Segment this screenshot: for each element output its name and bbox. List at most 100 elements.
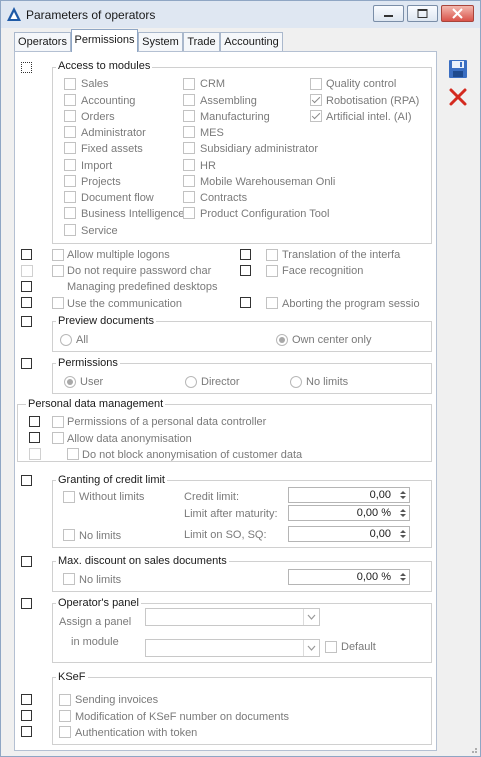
sending-invoices-master-checkbox[interactable] bbox=[21, 694, 32, 705]
chevron-down-icon[interactable] bbox=[303, 640, 319, 656]
spinner-icon[interactable] bbox=[398, 507, 408, 519]
max-discount-checkbox[interactable] bbox=[21, 556, 32, 567]
discount-no-limits-checkbox[interactable] bbox=[63, 573, 75, 585]
assign-panel-select[interactable] bbox=[145, 608, 320, 626]
tab-system[interactable]: System bbox=[138, 32, 183, 51]
preview-all-radio[interactable] bbox=[60, 334, 72, 346]
module-checkbox[interactable] bbox=[64, 110, 76, 122]
module-checkbox[interactable] bbox=[183, 78, 195, 90]
allow-multiple-logons-label: Allow multiple logons bbox=[67, 249, 170, 261]
module-checkbox[interactable] bbox=[183, 207, 195, 219]
operator-panel-checkbox[interactable] bbox=[21, 598, 32, 609]
ksef-modification-master-checkbox[interactable] bbox=[21, 710, 32, 721]
module-checkbox[interactable] bbox=[64, 94, 76, 106]
module-checkbox[interactable] bbox=[64, 142, 76, 154]
sending-invoices-label: Sending invoices bbox=[75, 694, 159, 706]
module-checkbox-checked[interactable] bbox=[310, 110, 322, 122]
face-recognition-checkbox[interactable] bbox=[266, 265, 278, 277]
credit-limit-checkbox[interactable] bbox=[21, 475, 32, 486]
tab-permissions[interactable]: Permissions bbox=[71, 29, 138, 52]
module-checkbox[interactable] bbox=[64, 78, 76, 90]
max-discount-value: 0,00 % bbox=[356, 571, 391, 583]
aborting-session-master-checkbox[interactable] bbox=[240, 297, 251, 308]
aborting-session-checkbox[interactable] bbox=[266, 297, 278, 309]
managing-desktops-label: Managing predefined desktops bbox=[67, 281, 218, 293]
chevron-down-icon[interactable] bbox=[303, 609, 319, 625]
module-checkbox[interactable] bbox=[64, 159, 76, 171]
translation-master-checkbox[interactable] bbox=[240, 249, 251, 260]
module-checkbox[interactable] bbox=[183, 159, 195, 171]
authentication-token-master-checkbox[interactable] bbox=[21, 726, 32, 737]
use-communication-master-checkbox[interactable] bbox=[21, 297, 32, 308]
allow-multiple-logons-master-checkbox[interactable] bbox=[21, 249, 32, 260]
use-communication-checkbox[interactable] bbox=[52, 297, 64, 309]
module-label: Mobile Warehouseman Onli bbox=[200, 176, 336, 188]
floppy-save-icon[interactable] bbox=[447, 58, 469, 80]
module-checkbox[interactable] bbox=[64, 126, 76, 138]
module-checkbox-checked[interactable] bbox=[310, 94, 322, 106]
minimize-button[interactable] bbox=[373, 5, 404, 22]
permission-no-limits-radio[interactable] bbox=[290, 376, 302, 388]
module-checkbox[interactable] bbox=[183, 175, 195, 187]
module-checkbox[interactable] bbox=[183, 126, 195, 138]
default-checkbox[interactable] bbox=[325, 641, 337, 653]
module-checkbox[interactable] bbox=[64, 207, 76, 219]
after-maturity-input[interactable]: 0,00 % bbox=[288, 505, 410, 521]
managing-desktops-checkbox[interactable] bbox=[21, 281, 32, 292]
spinner-icon[interactable] bbox=[398, 489, 408, 501]
aborting-session-label: Aborting the program sessio bbox=[282, 298, 420, 310]
data-controller-checkbox[interactable] bbox=[52, 416, 64, 428]
module-checkbox[interactable] bbox=[183, 191, 195, 203]
permission-user-radio[interactable] bbox=[64, 376, 76, 388]
module-label: Document flow bbox=[81, 192, 154, 204]
no-block-label: Do not block anonymisation of customer d… bbox=[82, 449, 303, 461]
module-checkbox[interactable] bbox=[64, 175, 76, 187]
in-module-select[interactable] bbox=[145, 639, 320, 657]
spinner-icon[interactable] bbox=[398, 571, 408, 583]
access-modules-master-checkbox[interactable] bbox=[21, 62, 32, 73]
without-limits-checkbox[interactable] bbox=[63, 491, 75, 503]
credit-limit-input[interactable]: 0,00 bbox=[288, 487, 410, 503]
resize-grip-icon[interactable] bbox=[468, 744, 478, 754]
preview-own-center-radio[interactable] bbox=[276, 334, 288, 346]
module-checkbox[interactable] bbox=[64, 191, 76, 203]
no-block-master-checkbox[interactable] bbox=[29, 448, 41, 460]
module-checkbox[interactable] bbox=[64, 224, 76, 236]
preview-documents-checkbox[interactable] bbox=[21, 316, 32, 327]
maximize-button[interactable] bbox=[407, 5, 438, 22]
maximize-icon bbox=[417, 9, 428, 18]
anonymisation-master-checkbox[interactable] bbox=[29, 432, 40, 443]
no-block-checkbox[interactable] bbox=[67, 448, 79, 460]
no-password-checkbox[interactable] bbox=[52, 265, 64, 277]
credit-no-limits-checkbox[interactable] bbox=[63, 529, 75, 541]
module-checkbox[interactable] bbox=[310, 78, 322, 90]
ksef-modification-checkbox[interactable] bbox=[59, 710, 71, 722]
limit-so-sq-input[interactable]: 0,00 bbox=[288, 526, 410, 542]
allow-multiple-logons-checkbox[interactable] bbox=[52, 249, 64, 261]
module-label: Sales bbox=[81, 78, 109, 90]
module-checkbox[interactable] bbox=[183, 142, 195, 154]
module-checkbox[interactable] bbox=[183, 94, 195, 106]
max-discount-input[interactable]: 0,00 % bbox=[288, 569, 410, 585]
anonymisation-checkbox[interactable] bbox=[52, 432, 64, 444]
authentication-token-label: Authentication with token bbox=[75, 727, 198, 739]
tab-accounting[interactable]: Accounting bbox=[220, 32, 283, 51]
face-recognition-master-checkbox[interactable] bbox=[240, 265, 251, 276]
app-logo-icon bbox=[7, 7, 21, 21]
data-controller-master-checkbox[interactable] bbox=[29, 416, 40, 427]
authentication-token-checkbox[interactable] bbox=[59, 726, 71, 738]
close-button[interactable] bbox=[441, 5, 474, 22]
red-x-cancel-icon[interactable] bbox=[447, 86, 469, 108]
data-controller-label: Permissions of a personal data controlle… bbox=[67, 416, 267, 428]
sending-invoices-checkbox[interactable] bbox=[59, 694, 71, 706]
parameters-window: Parameters of operators Operators Permis… bbox=[0, 0, 481, 757]
no-password-master-checkbox[interactable] bbox=[21, 265, 33, 277]
tab-trade[interactable]: Trade bbox=[183, 32, 220, 51]
translation-checkbox[interactable] bbox=[266, 249, 278, 261]
permissions-checkbox[interactable] bbox=[21, 358, 32, 369]
permission-director-radio[interactable] bbox=[185, 376, 197, 388]
tab-operators[interactable]: Operators bbox=[14, 32, 71, 51]
spinner-icon[interactable] bbox=[398, 528, 408, 540]
module-checkbox[interactable] bbox=[183, 110, 195, 122]
default-label: Default bbox=[341, 641, 376, 653]
